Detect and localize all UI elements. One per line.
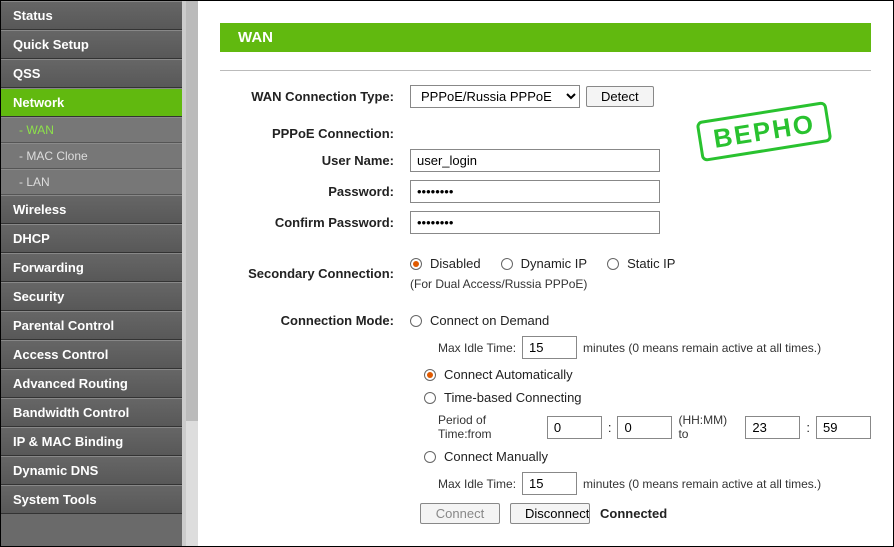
- sidebar-sub-mac-clone[interactable]: - MAC Clone: [1, 143, 182, 169]
- sidebar-filler: [1, 514, 182, 546]
- sidebar-item-parental-control[interactable]: Parental Control: [1, 311, 182, 340]
- radio-secondary-static[interactable]: [607, 258, 619, 270]
- radio-label-ondemand: Connect on Demand: [430, 313, 549, 328]
- radio-mode-ondemand[interactable]: [410, 315, 422, 327]
- sidebar-item-quick-setup[interactable]: Quick Setup: [1, 30, 182, 59]
- period-sep-2: :: [806, 420, 810, 435]
- radio-label-disabled: Disabled: [430, 256, 481, 271]
- sidebar-item-dhcp[interactable]: DHCP: [1, 224, 182, 253]
- maxidle-label-1: Max Idle Time:: [438, 341, 516, 355]
- radio-label-auto: Connect Automatically: [444, 367, 573, 382]
- sidebar-sub-lan[interactable]: - LAN: [1, 169, 182, 195]
- minutes-hint-1: minutes (0 means remain active at all ti…: [583, 341, 821, 355]
- max-idle-input-2[interactable]: [522, 472, 577, 495]
- sidebar-sub-wan[interactable]: - WAN: [1, 117, 182, 143]
- connection-status: Connected: [600, 506, 667, 521]
- sidebar-item-dynamic-dns[interactable]: Dynamic DNS: [1, 456, 182, 485]
- period-from-hh[interactable]: [547, 416, 602, 439]
- label-connection-mode: Connection Mode:: [220, 313, 410, 328]
- sidebar-item-qss[interactable]: QSS: [1, 59, 182, 88]
- label-pppoe-connection: PPPoE Connection:: [220, 126, 410, 141]
- detect-button[interactable]: Detect: [586, 86, 654, 107]
- radio-label-static: Static IP: [627, 256, 675, 271]
- label-username: User Name:: [220, 153, 410, 168]
- radio-secondary-dynamic[interactable]: [501, 258, 513, 270]
- period-to-mm[interactable]: [816, 416, 871, 439]
- separator: [220, 70, 871, 71]
- label-secondary-connection: Secondary Connection:: [220, 266, 410, 281]
- maxidle-label-2: Max Idle Time:: [438, 477, 516, 491]
- sidebar-item-security[interactable]: Security: [1, 282, 182, 311]
- period-from-mm[interactable]: [617, 416, 672, 439]
- radio-secondary-disabled[interactable]: [410, 258, 422, 270]
- sidebar-item-bandwidth-control[interactable]: Bandwidth Control: [1, 398, 182, 427]
- minutes-hint-2: minutes (0 means remain active at all ti…: [583, 477, 821, 491]
- wan-connection-type-select[interactable]: PPPoE/Russia PPPoE: [410, 85, 580, 108]
- sidebar-item-wireless[interactable]: Wireless: [1, 195, 182, 224]
- radio-label-time: Time-based Connecting: [444, 390, 582, 405]
- sidebar-item-status[interactable]: Status: [1, 1, 182, 30]
- confirm-password-input[interactable]: [410, 211, 660, 234]
- label-confirm-password: Confirm Password:: [220, 215, 410, 230]
- password-input[interactable]: [410, 180, 660, 203]
- sidebar-item-access-control[interactable]: Access Control: [1, 340, 182, 369]
- radio-mode-manual[interactable]: [424, 451, 436, 463]
- radio-mode-auto[interactable]: [424, 369, 436, 381]
- label-password: Password:: [220, 184, 410, 199]
- sidebar-scrollbar[interactable]: [186, 1, 198, 546]
- period-sep-1: :: [608, 420, 612, 435]
- panel-title: WAN: [220, 23, 871, 52]
- sidebar-item-ip-mac-binding[interactable]: IP & MAC Binding: [1, 427, 182, 456]
- radio-label-manual: Connect Manually: [444, 449, 548, 464]
- scrollbar-thumb[interactable]: [186, 1, 198, 421]
- label-wan-conn-type: WAN Connection Type:: [220, 89, 410, 104]
- period-to-hh[interactable]: [745, 416, 800, 439]
- disconnect-button[interactable]: Disconnect: [510, 503, 590, 524]
- sidebar: StatusQuick SetupQSSNetwork- WAN- MAC Cl…: [1, 1, 186, 546]
- radio-label-dynamic: Dynamic IP: [521, 256, 587, 271]
- username-input[interactable]: [410, 149, 660, 172]
- content-area: WAN WAN Connection Type: PPPoE/Russia PP…: [198, 1, 893, 546]
- sidebar-item-system-tools[interactable]: System Tools: [1, 485, 182, 514]
- period-label: Period of Time:from: [438, 413, 541, 441]
- radio-mode-time[interactable]: [424, 392, 436, 404]
- secondary-hint: (For Dual Access/Russia PPPoE): [410, 277, 587, 291]
- sidebar-item-forwarding[interactable]: Forwarding: [1, 253, 182, 282]
- max-idle-input-1[interactable]: [522, 336, 577, 359]
- connect-button[interactable]: Connect: [420, 503, 500, 524]
- sidebar-item-advanced-routing[interactable]: Advanced Routing: [1, 369, 182, 398]
- period-hhmm-to: (HH:MM) to: [678, 413, 739, 441]
- sidebar-item-network[interactable]: Network: [1, 88, 182, 117]
